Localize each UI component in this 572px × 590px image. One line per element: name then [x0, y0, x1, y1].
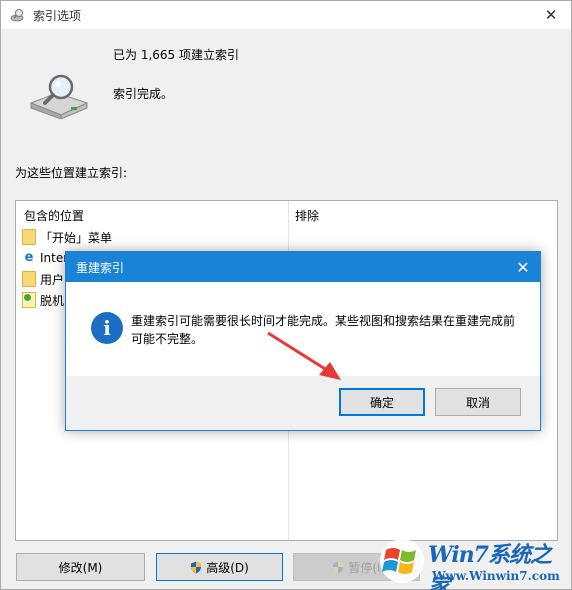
modify-button-label: 修改(M) — [58, 560, 103, 575]
offline-files-icon — [22, 292, 36, 308]
excluded-header[interactable]: 排除 — [295, 207, 319, 224]
advanced-button[interactable]: 高级(D) — [156, 553, 283, 581]
location-label: 用户 — [40, 272, 65, 287]
list-item[interactable]: e Inter — [22, 248, 69, 268]
pause-button-label: 暂停(I — [348, 560, 381, 575]
folder-icon — [22, 271, 36, 287]
location-label: Inter — [40, 251, 69, 265]
modify-button[interactable]: 修改(M) — [16, 553, 145, 581]
window-titlebar: 索引选项 ✕ — [1, 1, 571, 29]
location-label: 「开始」菜单 — [40, 230, 113, 245]
dialog-title: 重建索引 — [76, 261, 125, 275]
advanced-button-label: 高级(D) — [206, 560, 249, 575]
window-close-button[interactable]: ✕ — [531, 1, 571, 29]
list-item[interactable]: 脱机 — [22, 290, 64, 310]
indexed-drive-icon — [29, 74, 89, 119]
included-locations-header[interactable]: 包含的位置 — [24, 207, 84, 224]
indexing-options-icon — [10, 9, 24, 22]
site-watermark: Win7系统之家 Www.Winwin7.com — [378, 535, 570, 590]
info-icon: i — [91, 312, 123, 344]
ok-button[interactable]: 确定 — [339, 388, 425, 416]
window-title: 索引选项 — [33, 9, 82, 23]
uac-shield-icon — [191, 561, 202, 573]
dialog-close-button[interactable]: ✕ — [512, 256, 534, 278]
rebuild-index-dialog: 重建索引 ✕ i 重建索引可能需要很长时间才能完成。某些视图和搜索结果在重建完成… — [65, 251, 541, 431]
cancel-button[interactable]: 取消 — [435, 388, 521, 416]
list-item[interactable]: 「开始」菜单 — [22, 227, 112, 247]
cancel-button-label: 取消 — [465, 395, 490, 410]
locations-section-label: 为这些位置建立索引: — [15, 166, 128, 180]
list-item[interactable]: 用户 — [22, 269, 64, 289]
location-label: 脱机 — [40, 293, 65, 308]
folder-icon — [22, 229, 36, 245]
windows-7-logo-icon — [380, 539, 424, 583]
dialog-titlebar: 重建索引 ✕ — [66, 252, 540, 282]
indexed-count-label: 已为 1,665 项建立索引 — [113, 48, 239, 62]
dialog-message: 重建索引可能需要很长时间才能完成。某些视图和搜索结果在重建完成前可能不完整。 — [131, 314, 516, 346]
watermark-url: Www.Winwin7.com — [432, 569, 560, 583]
indexing-status-message: 索引完成。 — [113, 87, 174, 101]
uac-shield-icon — [333, 561, 344, 573]
ok-button-label: 确定 — [369, 395, 394, 410]
internet-explorer-icon: e — [24, 250, 34, 265]
